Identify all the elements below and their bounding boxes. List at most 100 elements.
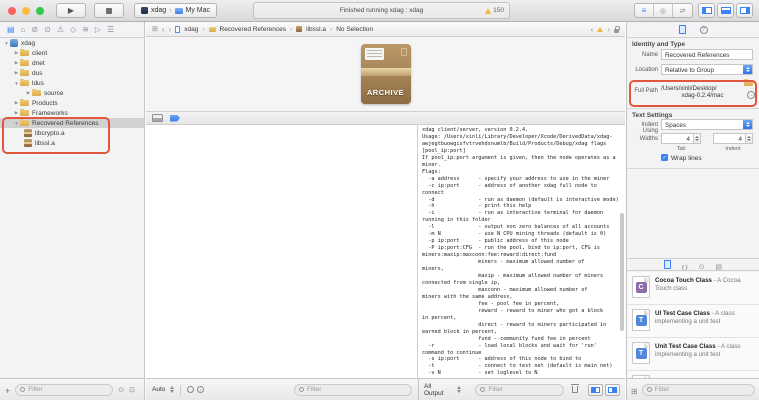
disclosure-icon[interactable]: ▼	[13, 121, 20, 126]
indent-using-popup[interactable]: Spaces	[661, 119, 753, 130]
library-item[interactable]: T UI Test Case Class - A class implement…	[627, 305, 759, 338]
disclosure-icon[interactable]: ▶	[13, 60, 20, 66]
tree-item-client[interactable]: ▶ client	[0, 48, 144, 58]
disclosure-icon[interactable]: ▼	[13, 81, 20, 86]
disclosure-icon[interactable]: ▶	[13, 70, 20, 76]
quick-help-icon[interactable]: ?	[700, 26, 708, 34]
name-field[interactable]	[661, 49, 753, 60]
back-icon[interactable]	[162, 25, 165, 34]
symbol-navigator-icon[interactable]: ⊘	[31, 25, 38, 34]
variables-scope-popup[interactable]: Auto	[152, 386, 165, 393]
tab-width-stepper[interactable]	[694, 133, 701, 144]
close-window-button[interactable]	[8, 7, 16, 15]
clear-console-icon[interactable]	[572, 386, 578, 393]
scheme-selector[interactable]: xdag › My Mac	[134, 3, 217, 18]
breakpoints-toggle-icon[interactable]	[170, 115, 180, 122]
debug-console[interactable]: xdag client/server, version 0.2.4. Usage…	[419, 125, 625, 378]
next-issue-icon[interactable]	[607, 25, 610, 34]
code-snippet-library-icon[interactable]	[682, 256, 688, 274]
disclosure-icon[interactable]: ▶	[13, 100, 20, 106]
open-in-finder-icon[interactable]: →	[747, 91, 755, 99]
file-template-library-icon[interactable]	[664, 260, 671, 269]
tree-item-frameworks[interactable]: ▶ Frameworks	[0, 108, 144, 118]
navigator-filter-input[interactable]	[28, 386, 108, 393]
previous-issue-icon[interactable]	[591, 25, 594, 34]
find-navigator-icon[interactable]: ⊙	[44, 25, 51, 34]
console-filter-field[interactable]	[475, 384, 564, 396]
info-icon[interactable]: i	[197, 386, 204, 393]
memory-graph-icon[interactable]	[187, 386, 194, 393]
run-button[interactable]	[56, 3, 86, 18]
library-item[interactable]: C Cocoa Touch Class - A Cocoa Touch clas…	[627, 272, 759, 305]
library-item[interactable]: T Unit Test Case Class - A class impleme…	[627, 338, 759, 371]
project-navigator-icon[interactable]: ▤	[7, 25, 15, 34]
tree-item-label: source	[44, 90, 64, 97]
debug-navigator-icon[interactable]: ≋	[82, 25, 89, 34]
library-item[interactable]	[627, 371, 759, 378]
tree-item-recovered-references[interactable]: ▼ Recovered References	[0, 118, 144, 128]
version-editor-button[interactable]	[673, 4, 692, 17]
hide-debug-area-icon[interactable]	[152, 114, 163, 122]
recent-files-icon[interactable]: ⊙	[118, 386, 124, 394]
object-library-icon[interactable]	[699, 256, 705, 274]
report-navigator-icon[interactable]: ☰	[107, 25, 114, 34]
toggle-inspector-button[interactable]	[736, 3, 753, 18]
library-filter-field[interactable]	[642, 384, 755, 396]
standard-editor-button[interactable]	[635, 4, 654, 17]
grid-view-icon[interactable]	[631, 381, 638, 399]
disclosure-icon[interactable]: ▼	[3, 41, 10, 46]
console-filter-input[interactable]	[488, 386, 559, 393]
console-scope-popup[interactable]: All Output	[424, 383, 451, 397]
issue-warning-icon[interactable]	[597, 27, 603, 32]
variables-view[interactable]	[146, 125, 418, 378]
tab-caption: Tab	[661, 146, 701, 152]
media-library-icon[interactable]	[716, 256, 723, 274]
test-navigator-icon[interactable]: ◇	[70, 25, 76, 34]
archive-file-icon	[296, 26, 302, 32]
disclosure-icon[interactable]: ▶	[13, 50, 20, 56]
tree-item-dus[interactable]: ▶ dus	[0, 68, 144, 78]
toggle-debug-area-button[interactable]	[717, 3, 734, 18]
location-popup[interactable]: Relative to Group	[661, 64, 753, 75]
tree-item-project[interactable]: ▼ xdag	[0, 38, 144, 48]
tree-item-source[interactable]: ▶ source	[0, 88, 144, 98]
indent-width-stepper[interactable]	[746, 133, 753, 144]
breadcrumb-group[interactable]: Recovered References	[220, 26, 286, 33]
disclosure-icon[interactable]: ▶	[13, 110, 20, 116]
related-items-icon[interactable]	[152, 25, 158, 33]
choose-folder-button[interactable]	[744, 80, 753, 86]
console-pane-icon	[608, 387, 617, 393]
zoom-window-button[interactable]	[36, 7, 44, 15]
assistant-editor-button[interactable]	[654, 4, 673, 17]
breakpoint-navigator-icon[interactable]: ▷	[95, 25, 101, 34]
breadcrumb-project[interactable]: xdag	[184, 26, 198, 33]
tree-item-ldus[interactable]: ▼ ldus	[0, 78, 144, 88]
disclosure-icon[interactable]: ▶	[25, 90, 32, 96]
tab-width-field[interactable]: 4	[661, 133, 694, 144]
console-scrollbar[interactable]	[620, 213, 624, 331]
show-console-view-button[interactable]	[605, 384, 620, 396]
file-inspector-icon[interactable]	[679, 25, 686, 34]
navigator-filter-field[interactable]	[15, 384, 113, 396]
show-variables-view-button[interactable]	[588, 384, 603, 396]
source-control-navigator-icon[interactable]: ⌂	[21, 25, 26, 34]
forward-icon[interactable]	[169, 25, 172, 34]
indent-width-field[interactable]: 4	[713, 133, 746, 144]
tree-item-dnet[interactable]: ▶ dnet	[0, 58, 144, 68]
issue-navigator-icon[interactable]: ⚠	[57, 25, 64, 34]
breadcrumb-selection[interactable]: No Selection	[336, 26, 373, 33]
stop-button[interactable]	[94, 3, 124, 18]
tree-item-products[interactable]: ▶ Products	[0, 98, 144, 108]
variables-filter-input[interactable]	[307, 386, 407, 393]
add-button[interactable]	[5, 381, 10, 399]
wrap-lines-checkbox[interactable]	[661, 154, 668, 161]
breadcrumb-file[interactable]: libssl.a	[306, 26, 326, 33]
source-control-status-icon[interactable]: ⊡	[129, 386, 135, 394]
library-filter-input[interactable]	[655, 386, 750, 393]
minimize-window-button[interactable]	[22, 7, 30, 15]
tree-item-libcrypto[interactable]: libcrypto.a	[0, 128, 144, 138]
toggle-navigator-button[interactable]	[698, 3, 715, 18]
warning-badge[interactable]: 150	[485, 7, 504, 14]
variables-filter-field[interactable]	[294, 384, 412, 396]
tree-item-libssl[interactable]: libssl.a	[0, 138, 144, 148]
